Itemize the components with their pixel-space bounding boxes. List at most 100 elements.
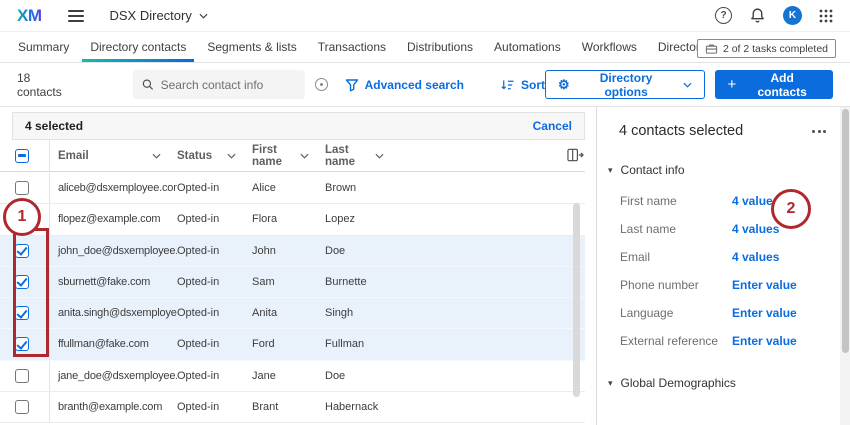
panel-scrollbar-track[interactable] (840, 107, 850, 425)
panel-field-row: Last name 4 values (597, 215, 850, 243)
directory-options-label: Directory options (577, 71, 676, 99)
table-row[interactable]: anita.singh@dsxemployee... Opted-in Anit… (0, 298, 585, 329)
column-header[interactable]: Last name (325, 140, 400, 171)
tasks-completed-banner[interactable]: 2 of 2 tasks completed (697, 39, 836, 58)
panel-title: 4 contacts selected (619, 123, 743, 139)
cell-last-name: Doe (325, 245, 400, 257)
panel-field-row: Language Enter value (597, 299, 850, 327)
field-label: Email (620, 250, 732, 264)
panel-scrollbar-thumb[interactable] (842, 109, 849, 353)
filter-funnel-icon (345, 78, 359, 92)
sort-icon (500, 78, 515, 92)
help-icon[interactable]: ? (715, 7, 732, 24)
chevron-down-icon[interactable] (227, 153, 236, 159)
column-header[interactable]: Email (50, 140, 177, 171)
notifications-bell-icon[interactable] (749, 7, 766, 24)
table-body: aliceb@dsxemployee.com Opted-in Alice Br… (0, 173, 585, 423)
cell-status: Opted-in (177, 245, 252, 257)
sort-button[interactable]: Sort (500, 78, 545, 92)
table-scrollbar-thumb[interactable] (573, 203, 580, 397)
more-options-icon[interactable] (812, 126, 826, 137)
search-box[interactable] (133, 70, 304, 99)
tab[interactable]: Workflows (582, 32, 637, 62)
table-row[interactable]: sburnett@fake.com Opted-in Sam Burnette (0, 267, 585, 298)
cancel-selection-link[interactable]: Cancel (533, 119, 572, 133)
tab[interactable]: Segments & lists (207, 32, 296, 62)
tab-bar: Summary Directory contacts Segments & li… (0, 32, 850, 63)
advanced-search-button[interactable]: Advanced search (345, 78, 464, 92)
panel-field-row: First name 4 values (597, 187, 850, 215)
avatar[interactable]: K (783, 6, 802, 25)
annotation-step-1: 1 (3, 198, 41, 236)
contacts-count: 18 contacts (17, 71, 78, 99)
manage-columns-icon[interactable] (567, 147, 584, 163)
cell-status: Opted-in (177, 182, 252, 194)
global-demographics-label: Global Demographics (621, 376, 736, 390)
column-header[interactable]: First name (252, 140, 325, 171)
table-row[interactable]: flopez@example.com Opted-in Flora Lopez (0, 204, 585, 235)
row-checkbox[interactable] (15, 369, 29, 383)
info-icon[interactable] (315, 78, 328, 91)
hamburger-menu-icon[interactable] (68, 10, 84, 22)
table-row[interactable]: jane_doe@dsxemployee.... Opted-in Jane D… (0, 361, 585, 392)
plus-icon: + (728, 77, 737, 92)
cell-first-name: Flora (252, 213, 325, 225)
contacts-toolbar: 18 contacts Advanced search Sort ⚙ Direc… (0, 63, 850, 107)
contact-info-section-toggle[interactable]: ▾ Contact info (597, 163, 850, 177)
field-value-link[interactable]: Enter value (732, 278, 850, 292)
table-header-row: Email Status First name Last nam (0, 140, 585, 172)
contact-info-label: Contact info (621, 163, 685, 177)
selected-count: 4 selected (25, 119, 83, 133)
top-bar: XM DSX Directory ? K (0, 0, 850, 32)
table-row[interactable]: ffullman@fake.com Opted-in Ford Fullman (0, 329, 585, 360)
field-value-link[interactable]: Enter value (732, 334, 850, 348)
add-contacts-button[interactable]: + Add contacts (715, 70, 833, 99)
sort-label: Sort (521, 78, 545, 92)
column-header[interactable]: Status (177, 140, 252, 171)
chevron-down-icon[interactable] (300, 153, 309, 159)
cell-email: sburnett@fake.com (50, 276, 177, 288)
field-label: External reference (620, 334, 732, 348)
field-value-link[interactable]: 4 values (732, 250, 850, 264)
row-checkbox[interactable] (15, 181, 29, 195)
advanced-search-label: Advanced search (365, 78, 464, 92)
annotation-step-2: 2 (771, 189, 811, 229)
tab[interactable]: Transactions (318, 32, 386, 62)
directory-switcher[interactable]: DSX Directory (110, 8, 208, 23)
column-header-label: Email (58, 150, 89, 162)
field-label: Phone number (620, 278, 732, 292)
cell-last-name: Burnette (325, 276, 400, 288)
annotation-number: 2 (787, 200, 796, 218)
tab[interactable]: Automations (494, 32, 561, 62)
cell-first-name: Ford (252, 338, 325, 350)
contacts-table: 4 selected Cancel Email Status (0, 107, 596, 425)
collapse-triangle-icon: ▾ (608, 378, 613, 389)
field-value-link[interactable]: Enter value (732, 306, 850, 320)
select-all-checkbox[interactable] (15, 149, 29, 163)
collapse-triangle-icon: ▾ (608, 165, 613, 176)
table-row[interactable]: john_doe@dsxemployee.... Opted-in John D… (0, 236, 585, 267)
field-label: Language (620, 306, 732, 320)
table-row[interactable]: branth@example.com Opted-in Brant Habern… (0, 392, 585, 423)
selection-bar: 4 selected Cancel (12, 112, 585, 140)
apps-grid-icon[interactable] (819, 9, 833, 23)
cell-first-name: Anita (252, 307, 325, 319)
search-input[interactable] (161, 78, 296, 92)
panel-field-row: Phone number Enter value (597, 271, 850, 299)
cell-email: jane_doe@dsxemployee.... (50, 370, 177, 382)
contact-info-fields: First name 4 values Last name 4 values E… (597, 187, 850, 355)
cell-email: anita.singh@dsxemployee... (50, 307, 177, 319)
row-checkbox[interactable] (15, 400, 29, 414)
cell-status: Opted-in (177, 276, 252, 288)
table-row[interactable]: aliceb@dsxemployee.com Opted-in Alice Br… (0, 173, 585, 204)
global-demographics-section-toggle[interactable]: ▾ Global Demographics (597, 376, 850, 390)
directory-name: DSX Directory (110, 8, 192, 23)
chevron-down-icon[interactable] (152, 153, 161, 159)
chevron-down-icon (683, 82, 692, 88)
tab[interactable]: Summary (18, 32, 69, 62)
cell-status: Opted-in (177, 213, 252, 225)
tab[interactable]: Distributions (407, 32, 473, 62)
chevron-down-icon[interactable] (375, 153, 384, 159)
directory-options-button[interactable]: ⚙ Directory options (545, 70, 705, 99)
tab[interactable]: Directory contacts (90, 32, 186, 62)
